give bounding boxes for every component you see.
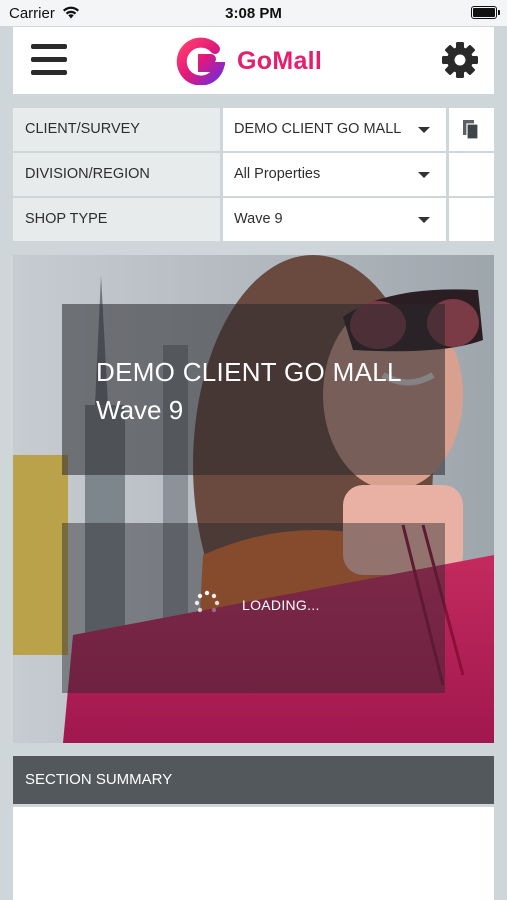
loading-panel: LOADING... [62,523,445,693]
select-value: Wave 9 [234,211,283,227]
filter-extra-cell [449,108,494,151]
spinner-icon [194,590,220,613]
hero-subtitle: Wave 9 [96,395,184,425]
filter-row-division-region: DIVISION/REGION All Properties [13,153,494,196]
chevron-down-icon [418,217,430,223]
section-title: SECTION SUMMARY [25,771,173,788]
copy-icon[interactable] [463,120,481,140]
client-survey-select[interactable]: DEMO CLIENT GO MALL [223,108,446,151]
select-value: DEMO CLIENT GO MALL [234,121,402,137]
filter-row-client-survey: CLIENT/SURVEY DEMO CLIENT GO MALL [13,108,494,151]
filter-label: CLIENT/SURVEY [13,108,220,151]
chevron-down-icon [418,127,430,133]
battery-icon [471,6,500,19]
select-value: All Properties [234,166,321,182]
filter-label: DIVISION/REGION [13,153,220,196]
logo-text: GoMall [237,47,323,75]
chevron-down-icon [418,172,430,178]
hero-title: DEMO CLIENT GO MALL [96,357,402,387]
hamburger-menu-icon[interactable] [31,43,67,77]
status-bar: Carrier 3:08 PM [0,0,507,26]
division-region-select[interactable]: All Properties [223,153,446,196]
shop-type-select[interactable]: Wave 9 [223,198,446,241]
section-summary-header[interactable]: SECTION SUMMARY [13,756,494,804]
loading-text: LOADING... [242,597,320,613]
filter-extra-cell [449,153,494,196]
gomall-logo: GoMall [175,37,345,85]
gomall-logo-icon [176,37,225,85]
hero-title-panel: DEMO CLIENT GO MALL Wave 9 [62,304,445,475]
filter-row-shop-type: SHOP TYPE Wave 9 [13,198,494,241]
filter-extra-cell [449,198,494,241]
status-time: 3:08 PM [225,5,282,22]
section-summary-body [13,807,494,900]
app-header: GoMall [13,27,494,94]
hero-banner: DEMO CLIENT GO MALL Wave 9 LOADING... [13,255,494,743]
filter-label: SHOP TYPE [13,198,220,241]
gear-icon[interactable] [441,41,479,79]
